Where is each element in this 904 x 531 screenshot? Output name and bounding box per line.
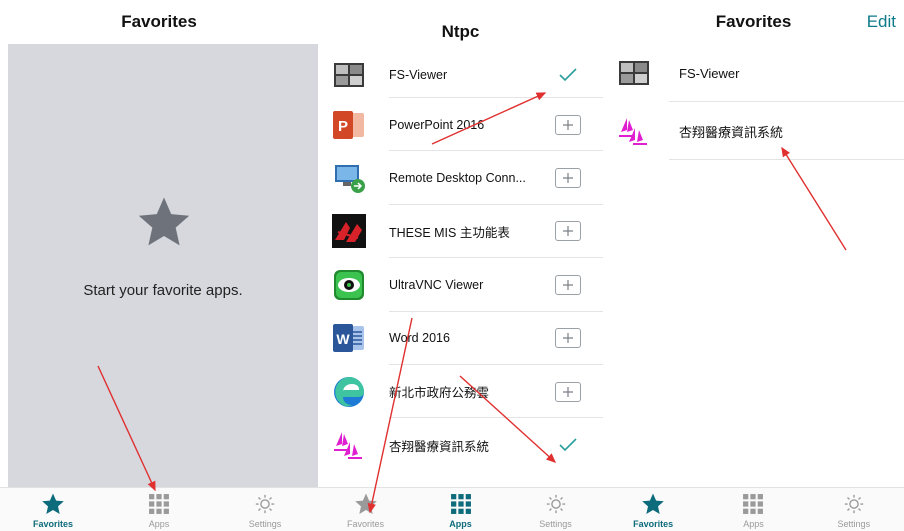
plus-icon	[563, 333, 573, 344]
app-name: 杏翔醫療資訊系統	[389, 439, 490, 454]
tab-label: Favorites	[32, 519, 74, 529]
add-favorite-button[interactable]	[555, 274, 581, 295]
tab-favorites[interactable]: Favorites	[318, 488, 413, 531]
tab-apps[interactable]: Apps	[413, 488, 508, 531]
nav-bar: Favorites	[0, 0, 318, 44]
plus-icon	[563, 279, 573, 290]
list-item[interactable]: Remote Desktop Conn...	[318, 151, 603, 205]
add-favorite-button[interactable]	[555, 221, 581, 242]
favorites-list: FS-Viewer 杏翔醫療資訊系統	[603, 44, 904, 160]
tab-favorites[interactable]: Favorites	[0, 488, 106, 531]
added-checkmark[interactable]	[555, 435, 581, 455]
app-name: 新北市政府公務雲	[389, 386, 490, 401]
add-favorite-button[interactable]	[555, 114, 581, 135]
tab-settings[interactable]: Settings	[508, 488, 603, 531]
favorites-empty-screen: Favorites Start your favorite apps. Favo…	[0, 0, 318, 531]
grid-icon	[741, 492, 765, 516]
svg-text:P: P	[338, 118, 348, 135]
tab-label: Settings	[248, 519, 282, 529]
list-item[interactable]: UltraVNC Viewer	[318, 258, 603, 312]
app-name: UltraVNC Viewer	[389, 277, 484, 292]
app-name: 杏翔醫療資訊系統	[679, 124, 784, 140]
plus-icon	[563, 119, 573, 130]
word-icon: W	[330, 319, 368, 357]
add-favorite-button[interactable]	[555, 328, 581, 349]
nav-bar: Favorites Edit	[603, 0, 904, 44]
fs-viewer-icon	[615, 54, 653, 92]
checkmark-icon	[559, 438, 577, 452]
tab-settings[interactable]: Settings	[212, 488, 318, 531]
star-icon	[138, 197, 190, 246]
plus-icon	[563, 386, 573, 397]
app-name: FS-Viewer	[679, 65, 740, 81]
grid-icon	[449, 492, 473, 516]
svg-text:W: W	[336, 331, 350, 347]
fs-viewer-icon	[330, 56, 368, 94]
these-mis-icon	[330, 212, 368, 250]
apps-screen: Ntpc FS-Viewer P PowerPoint 2016 Remote …	[318, 0, 603, 531]
list-item[interactable]: 新北市政府公務雲	[318, 365, 603, 419]
list-item[interactable]: W Word 2016	[318, 312, 603, 365]
list-item[interactable]: 杏翔醫療資訊系統	[603, 102, 904, 160]
app-name: Remote Desktop Conn...	[389, 171, 526, 186]
list-item[interactable]: FS-Viewer	[603, 44, 904, 102]
plus-icon	[563, 173, 573, 184]
tab-label: Favorites	[633, 519, 674, 529]
list-item[interactable]: 杏翔醫療資訊系統	[318, 418, 603, 471]
star-icon	[354, 492, 378, 516]
tab-label: Apps	[743, 519, 764, 529]
ultravnc-icon	[330, 266, 368, 304]
page-title: Ntpc	[441, 22, 480, 41]
tab-label: Apps	[449, 519, 472, 529]
app-list: FS-Viewer P PowerPoint 2016 Remote Deskt…	[318, 63, 603, 472]
tab-bar: Favorites Apps Settings	[318, 487, 603, 531]
medical-system-icon	[615, 112, 653, 150]
tab-bar: Favorites Apps Settings	[0, 487, 318, 531]
checkmark-icon	[559, 68, 577, 82]
tab-label: Settings	[539, 519, 572, 529]
gear-icon	[253, 492, 277, 516]
edge-icon	[330, 373, 368, 411]
app-name: THESE MIS 主功能表	[389, 225, 510, 240]
tab-apps[interactable]: Apps	[703, 488, 803, 531]
tab-settings[interactable]: Settings	[804, 488, 904, 531]
medical-system-icon	[330, 426, 368, 464]
grid-icon	[147, 492, 171, 516]
tab-bar: Favorites Apps Settings	[603, 487, 904, 531]
added-checkmark[interactable]	[555, 65, 581, 85]
empty-state: Start your favorite apps.	[8, 44, 318, 488]
tab-label: Favorites	[346, 519, 384, 529]
tab-label: Settings	[837, 519, 871, 529]
remote-desktop-icon	[330, 159, 368, 197]
list-item[interactable]: FS-Viewer	[318, 52, 603, 98]
add-favorite-button[interactable]	[555, 168, 581, 189]
gear-icon	[842, 492, 866, 516]
tab-apps[interactable]: Apps	[106, 488, 212, 531]
list-item[interactable]: P PowerPoint 2016	[318, 98, 603, 152]
edit-button[interactable]: Edit	[867, 12, 896, 32]
favorites-screen: Favorites Edit FS-Viewer 杏翔醫療資訊系統 Favori…	[603, 0, 904, 531]
tab-label: Apps	[148, 519, 170, 529]
star-icon	[41, 492, 65, 516]
empty-message: Start your favorite apps.	[83, 282, 243, 299]
star-icon	[641, 492, 665, 516]
divider	[669, 159, 904, 160]
app-name: Word 2016	[389, 331, 450, 346]
page-title: Favorites	[715, 12, 792, 31]
plus-icon	[563, 226, 573, 237]
page-title: Favorites	[121, 12, 197, 31]
list-item[interactable]: THESE MIS 主功能表	[318, 205, 603, 259]
tab-favorites[interactable]: Favorites	[603, 488, 703, 531]
app-name: PowerPoint 2016	[389, 117, 485, 132]
powerpoint-icon: P	[330, 106, 368, 144]
gear-icon	[544, 492, 568, 516]
add-favorite-button[interactable]	[555, 381, 581, 402]
app-name: FS-Viewer	[389, 68, 448, 82]
